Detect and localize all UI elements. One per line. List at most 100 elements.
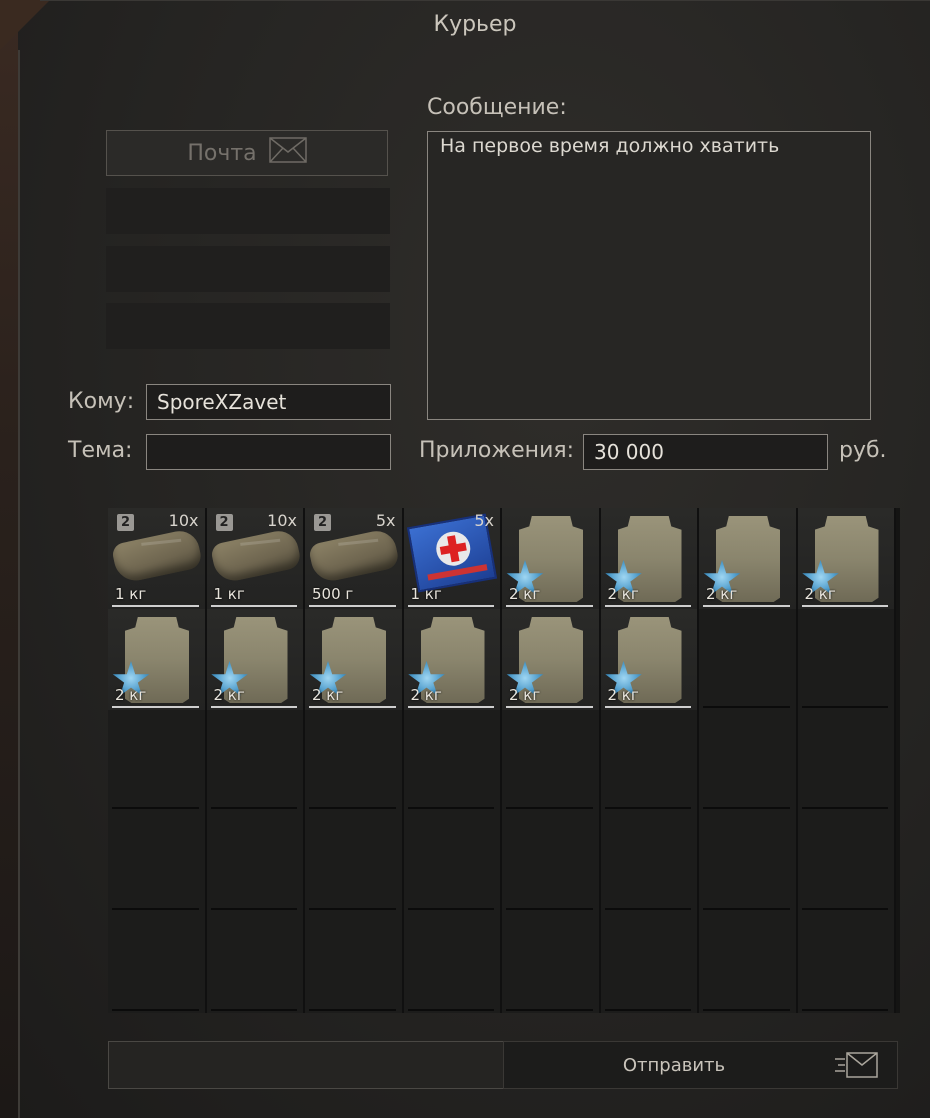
inventory-item-bandage[interactable]: 2 10x 1 кг [206, 508, 305, 609]
inventory-slot-empty[interactable] [502, 811, 601, 912]
recipient-input[interactable]: SporeXZavet [146, 384, 391, 420]
mail-folder-slot[interactable] [106, 303, 390, 349]
inventory-slot-empty[interactable] [305, 912, 404, 1013]
slot-underline [506, 807, 593, 809]
inventory-slot-empty[interactable] [502, 912, 601, 1013]
item-weight: 2 кг [213, 686, 245, 704]
slot-underline [112, 605, 199, 607]
mail-button-label: Почта [187, 140, 257, 166]
slot-underline [703, 1009, 790, 1011]
inventory-slot-empty[interactable] [502, 710, 601, 811]
inventory-slot-empty[interactable] [797, 609, 896, 710]
inventory-slot-empty[interactable] [600, 710, 699, 811]
inventory-slot-empty[interactable] [206, 912, 305, 1013]
inventory-slot-empty[interactable] [305, 710, 404, 811]
inventory-slot-empty[interactable] [600, 811, 699, 912]
slot-underline [604, 1009, 691, 1011]
mail-folder-slot[interactable] [106, 188, 390, 234]
bandage-icon [110, 527, 204, 585]
slot-underline [703, 605, 790, 607]
inventory-item-bandage[interactable]: 2 10x 1 кг [108, 508, 207, 609]
item-weight: 2 кг [115, 686, 147, 704]
slot-underline [801, 807, 888, 809]
subject-label: Тема: [68, 438, 133, 463]
slot-underline [407, 908, 494, 910]
slot-underline [506, 605, 593, 607]
slot-underline [112, 706, 199, 708]
slot-underline [309, 605, 396, 607]
item-weight: 2 кг [804, 585, 836, 603]
inventory-item-armor-plate[interactable]: 2 кг [206, 609, 305, 710]
send-button[interactable]: Отправить [503, 1041, 898, 1089]
inventory-item-armor-plate[interactable]: 2 кг [797, 508, 896, 609]
window-title: Курьер [433, 12, 517, 37]
inventory-slot-empty[interactable] [206, 710, 305, 811]
item-level-badge: 2 [117, 514, 134, 531]
inventory-slot-empty[interactable] [797, 811, 896, 912]
slot-underline [703, 908, 790, 910]
money-amount-input[interactable]: 30 000 [583, 434, 828, 470]
attachment-grid: 2 10x 1 кг 2 10x 1 кг 2 5x 500 г 5x 1 кг 2 кг 2 кг 2 … [108, 508, 900, 1013]
item-weight: 500 г [312, 585, 354, 603]
inventory-slot-empty[interactable] [206, 811, 305, 912]
inventory-item-armor-plate[interactable]: 2 кг [108, 609, 207, 710]
send-button-label: Отправить [622, 1055, 726, 1076]
slot-underline [112, 1009, 199, 1011]
slot-underline [112, 908, 199, 910]
inventory-slot-empty[interactable] [108, 710, 207, 811]
send-mail-icon [835, 1051, 879, 1084]
inventory-slot-empty[interactable] [699, 609, 798, 710]
slot-underline [801, 908, 888, 910]
inventory-slot-empty[interactable] [108, 811, 207, 912]
message-textarea[interactable]: На первое время должно хватить [427, 131, 871, 420]
inventory-item-armor-plate[interactable]: 2 кг [699, 508, 798, 609]
slot-underline [801, 605, 888, 607]
item-weight: 2 кг [410, 686, 442, 704]
slot-underline [407, 807, 494, 809]
item-count: 10x [168, 511, 199, 530]
item-count: 5x [474, 511, 494, 530]
slot-underline [407, 1009, 494, 1011]
inventory-slot-empty[interactable] [699, 912, 798, 1013]
inventory-item-armor-plate[interactable]: 2 кг [305, 609, 404, 710]
message-label: Сообщение: [427, 95, 567, 120]
slot-underline [506, 706, 593, 708]
window-top-border [40, 0, 930, 1]
item-weight: 2 кг [607, 686, 639, 704]
inventory-slot-empty[interactable] [699, 811, 798, 912]
slot-underline [506, 908, 593, 910]
slot-underline [309, 807, 396, 809]
inventory-item-armor-plate[interactable]: 2 кг [600, 609, 699, 710]
envelope-icon [268, 137, 307, 169]
subject-input[interactable] [146, 434, 391, 470]
slot-underline [309, 706, 396, 708]
slot-underline [801, 1009, 888, 1011]
slot-underline [407, 605, 494, 607]
inventory-item-armor-plate[interactable]: 2 кг [600, 508, 699, 609]
inventory-item-medkit[interactable]: 5x 1 кг [403, 508, 502, 609]
inventory-slot-empty[interactable] [797, 710, 896, 811]
slot-underline [801, 706, 888, 708]
inventory-slot-empty[interactable] [108, 912, 207, 1013]
inventory-item-bandage[interactable]: 2 5x 500 г [305, 508, 404, 609]
inventory-slot-empty[interactable] [403, 710, 502, 811]
inventory-slot-empty[interactable] [403, 912, 502, 1013]
inventory-slot-empty[interactable] [305, 811, 404, 912]
item-weight: 1 кг [115, 585, 147, 603]
currency-label: руб. [839, 438, 887, 463]
inventory-item-armor-plate[interactable]: 2 кг [502, 609, 601, 710]
mail-folder-slot[interactable] [106, 246, 390, 292]
item-weight: 2 кг [509, 585, 541, 603]
to-label: Кому: [68, 389, 135, 414]
slot-underline [407, 706, 494, 708]
mail-button[interactable]: Почта [106, 130, 388, 176]
bandage-icon [307, 527, 401, 585]
inventory-slot-empty[interactable] [600, 912, 699, 1013]
inventory-slot-empty[interactable] [797, 912, 896, 1013]
inventory-slot-empty[interactable] [403, 811, 502, 912]
slot-underline [506, 1009, 593, 1011]
slot-underline [210, 605, 297, 607]
inventory-item-armor-plate[interactable]: 2 кг [403, 609, 502, 710]
inventory-item-armor-plate[interactable]: 2 кг [502, 508, 601, 609]
inventory-slot-empty[interactable] [699, 710, 798, 811]
